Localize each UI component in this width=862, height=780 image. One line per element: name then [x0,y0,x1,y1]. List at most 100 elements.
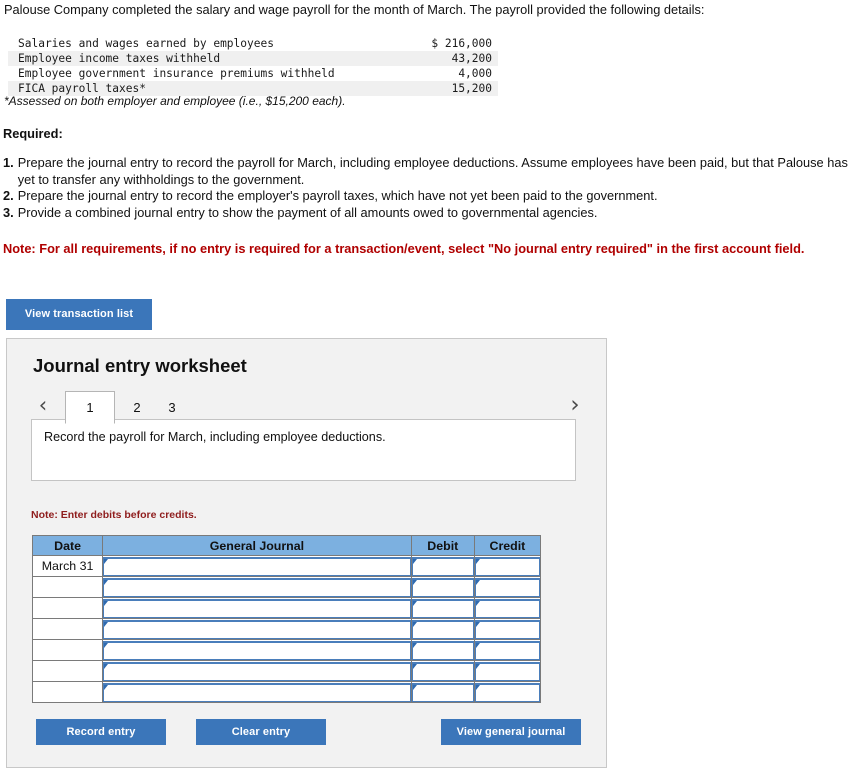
journal-debit-input[interactable] [411,640,474,660]
column-header-date: Date [31,535,104,556]
exercise-page: Palouse Company completed the salary and… [0,0,862,780]
journal-account-input-cell[interactable] [102,597,412,619]
journal-debit-input[interactable] [411,577,474,597]
journal-date-cell[interactable] [31,660,104,682]
prev-tab-icon[interactable]: ‹ [33,393,53,417]
journal-account-input-cell[interactable] [102,681,412,703]
journal-credit-input[interactable] [474,556,540,576]
payroll-detail-label: Employee income taxes withheld [18,52,221,65]
column-header-credit: Credit [473,535,542,556]
journal-credit-input-cell[interactable] [473,660,542,682]
payroll-detail-amount: 4,000 [458,67,492,80]
required-item-text: Prepare the journal entry to record the … [17,155,848,187]
journal-credit-input[interactable] [474,640,540,660]
journal-account-input[interactable] [103,640,411,660]
journal-account-input[interactable] [103,619,411,639]
journal-debit-input-cell[interactable] [410,576,475,598]
debits-before-credits-note: Note: Enter debits before credits. [31,509,197,521]
worksheet-instruction-text: Record the payroll for March, including … [44,430,386,444]
journal-account-input-cell[interactable] [102,576,412,598]
payroll-details-table: Salaries and wages earned by employees $ … [8,36,498,96]
required-item: 1. Prepare the journal entry to record th… [3,155,851,188]
problem-statement: Palouse Company completed the salary and… [4,2,705,17]
journal-credit-input-cell[interactable] [473,597,542,619]
journal-credit-input-cell[interactable] [473,681,542,703]
journal-account-input[interactable] [103,577,411,597]
journal-account-input[interactable] [103,556,411,576]
journal-debit-input[interactable] [411,682,474,702]
journal-credit-input-cell[interactable] [473,555,542,577]
journal-account-input[interactable] [103,661,411,681]
column-header-debit: Debit [410,535,475,556]
journal-date-value: March 31 [41,558,94,573]
journal-debit-input[interactable] [411,556,474,576]
worksheet-tabbar: ‹ 1 2 3 › [31,387,585,424]
journal-table-head: Date General Journal Debit Credit [31,535,542,556]
journal-header-row: Date General Journal Debit Credit [31,535,542,556]
journal-debit-input-cell[interactable] [410,618,475,640]
worksheet-instruction-box: Record the payroll for March, including … [31,419,576,481]
payroll-detail-label: Salaries and wages earned by employees [18,37,274,50]
journal-date-cell[interactable] [31,597,104,619]
journal-debit-input[interactable] [411,598,474,618]
record-entry-button[interactable]: Record entry [36,719,166,745]
journal-date-cell[interactable] [31,639,104,661]
required-note: Note: For all requirements, if no entry … [3,241,805,256]
journal-debit-input[interactable] [411,619,474,639]
worksheet-tab-1-label: 1 [86,400,94,415]
journal-entry-row [31,681,542,703]
journal-account-input[interactable] [103,682,411,702]
payroll-detail-amount: 43,200 [451,52,492,65]
payroll-details-footnote: *Assessed on both employer and employee … [4,94,346,108]
journal-date-cell[interactable] [31,576,104,598]
payroll-detail-amount: $ 216,000 [431,37,492,50]
journal-debit-input[interactable] [411,661,474,681]
journal-credit-input[interactable] [474,682,540,702]
required-list: 1. Prepare the journal entry to record th… [3,155,851,221]
journal-credit-input-cell[interactable] [473,576,542,598]
journal-credit-input[interactable] [474,619,540,639]
journal-debit-input-cell[interactable] [410,555,475,577]
required-item-number: 3. [3,204,14,220]
journal-entry-row: March 31 [31,555,542,577]
journal-debit-input-cell[interactable] [410,660,475,682]
worksheet-tab-1[interactable]: 1 [65,391,115,424]
journal-credit-input-cell[interactable] [473,618,542,640]
journal-account-input-cell[interactable] [102,618,412,640]
journal-date-cell[interactable]: March 31 [31,555,104,577]
required-heading: Required: [3,126,63,141]
journal-entry-worksheet-panel: Journal entry worksheet ‹ 1 2 3 › Record… [6,338,607,768]
payroll-detail-row: Employee government insurance premiums w… [8,66,498,81]
worksheet-tab-2-label: 2 [133,400,141,415]
payroll-details-body: Salaries and wages earned by employees $ … [8,36,498,96]
journal-credit-input-cell[interactable] [473,639,542,661]
journal-credit-input[interactable] [474,661,540,681]
column-header-general-journal: General Journal [102,535,412,556]
view-transaction-list-button[interactable]: View transaction list [6,299,152,330]
journal-date-cell[interactable] [31,681,104,703]
journal-date-cell[interactable] [31,618,104,640]
journal-entry-row [31,639,542,661]
journal-entry-row [31,576,542,598]
payroll-detail-amount: 15,200 [451,82,492,95]
required-item-text: Prepare the journal entry to record the … [17,188,658,203]
journal-account-input-cell[interactable] [102,639,412,661]
required-item-number: 1. [3,155,14,170]
journal-debit-input-cell[interactable] [410,681,475,703]
required-item-number: 2. [3,188,14,203]
journal-debit-input-cell[interactable] [410,597,475,619]
journal-table-body: March 31 [31,555,542,703]
next-tab-icon[interactable]: › [565,393,585,417]
journal-credit-input[interactable] [474,598,540,618]
clear-entry-button[interactable]: Clear entry [196,719,326,745]
journal-account-input-cell[interactable] [102,660,412,682]
payroll-detail-row: Salaries and wages earned by employees $ … [8,36,498,51]
journal-entry-row [31,618,542,640]
journal-account-input-cell[interactable] [102,555,412,577]
view-general-journal-button[interactable]: View general journal [441,719,581,745]
journal-debit-input-cell[interactable] [410,639,475,661]
journal-entry-table: Date General Journal Debit Credit March … [31,535,542,703]
payroll-detail-label: Employee government insurance premiums w… [18,67,335,80]
journal-credit-input[interactable] [474,577,540,597]
journal-account-input[interactable] [103,598,411,618]
